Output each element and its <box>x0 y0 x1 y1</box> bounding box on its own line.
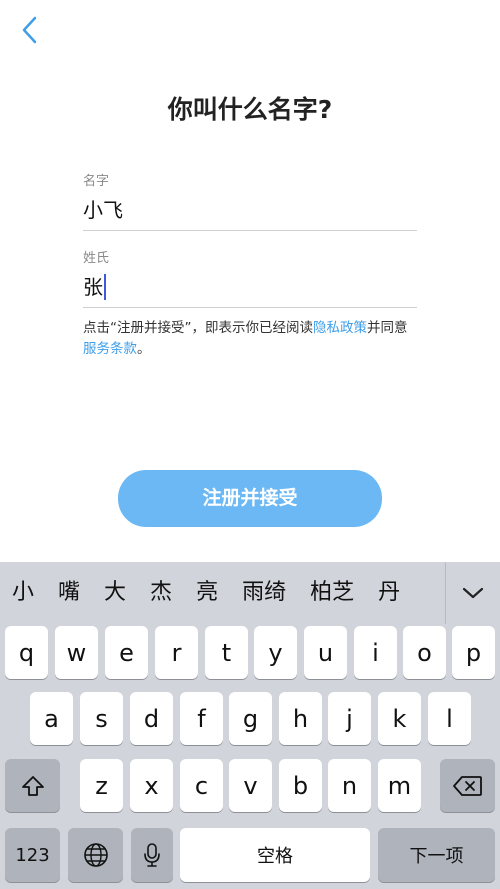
first-name-label: 名字 <box>83 174 110 189</box>
key-x[interactable]: x <box>130 759 173 812</box>
register-accept-button[interactable]: 注册并接受 <box>118 470 382 527</box>
backspace-key[interactable] <box>440 759 495 812</box>
key-w[interactable]: w <box>55 626 98 679</box>
key-k[interactable]: k <box>378 692 421 745</box>
keyboard: 小 嘴 大 杰 亮 雨绮 柏芝 丹 q w e r t y u i o p a … <box>0 562 500 889</box>
key-v[interactable]: v <box>229 759 272 812</box>
last-name-underline <box>83 307 417 308</box>
first-name-value: 小飞 <box>83 198 123 222</box>
candidate-word[interactable]: 杰 <box>138 562 184 624</box>
text-cursor <box>104 274 106 300</box>
candidate-word[interactable]: 小 <box>0 562 46 624</box>
shift-arrow-icon <box>21 775 44 796</box>
candidate-word[interactable]: 雨绮 <box>230 562 298 624</box>
terms-of-service-link[interactable]: 服务条款 <box>83 341 137 357</box>
terms-text: 点击“注册并接受”，即表示你已经阅读隐私政策并同意服务条款。 <box>83 318 417 360</box>
backspace-icon <box>452 775 482 796</box>
globe-icon <box>83 843 108 867</box>
last-name-field[interactable]: 姓氏 张 <box>83 247 417 308</box>
expand-candidates-button[interactable] <box>445 562 500 624</box>
chevron-left-icon <box>22 16 37 44</box>
key-u[interactable]: u <box>304 626 347 679</box>
candidate-word[interactable]: 柏芝 <box>298 562 366 624</box>
last-name-value: 张 <box>83 275 103 299</box>
key-m[interactable]: m <box>378 759 421 812</box>
candidate-word[interactable]: 丹 <box>366 562 412 624</box>
key-d[interactable]: d <box>130 692 173 745</box>
first-name-underline <box>83 230 417 231</box>
candidate-word[interactable]: 大 <box>92 562 138 624</box>
terms-prefix: 点击“注册并接受”，即表示你已经阅读 <box>83 320 313 336</box>
terms-middle: 并同意 <box>367 320 408 336</box>
chevron-down-icon <box>462 587 484 599</box>
last-name-input[interactable]: 张 <box>83 271 417 303</box>
key-j[interactable]: j <box>328 692 371 745</box>
page-title: 你叫什么名字? <box>167 95 333 124</box>
key-n[interactable]: n <box>328 759 371 812</box>
shift-key[interactable] <box>5 759 60 812</box>
space-key[interactable]: 空格 <box>180 828 370 882</box>
key-h[interactable]: h <box>279 692 322 745</box>
key-y[interactable]: y <box>254 626 297 679</box>
key-f[interactable]: f <box>180 692 223 745</box>
microphone-key[interactable] <box>131 828 173 882</box>
key-a[interactable]: a <box>30 692 73 745</box>
numbers-key[interactable]: 123 <box>5 828 60 882</box>
first-name-input[interactable]: 小飞 <box>83 194 417 226</box>
key-r[interactable]: r <box>155 626 198 679</box>
back-button[interactable] <box>14 14 44 46</box>
globe-key[interactable] <box>68 828 123 882</box>
key-i[interactable]: i <box>354 626 397 679</box>
privacy-policy-link[interactable]: 隐私政策 <box>313 320 367 336</box>
key-c[interactable]: c <box>180 759 223 812</box>
key-e[interactable]: e <box>105 626 148 679</box>
last-name-label: 姓氏 <box>83 251 110 266</box>
key-z[interactable]: z <box>80 759 123 812</box>
candidate-word[interactable]: 嘴 <box>46 562 92 624</box>
key-o[interactable]: o <box>403 626 446 679</box>
key-q[interactable]: q <box>5 626 48 679</box>
key-l[interactable]: l <box>428 692 471 745</box>
candidate-bar: 小 嘴 大 杰 亮 雨绮 柏芝 丹 <box>0 562 500 624</box>
microphone-icon <box>144 843 160 867</box>
terms-suffix: 。 <box>137 341 151 357</box>
key-p[interactable]: p <box>452 626 495 679</box>
key-b[interactable]: b <box>279 759 322 812</box>
key-s[interactable]: s <box>80 692 123 745</box>
candidate-word[interactable]: 亮 <box>184 562 230 624</box>
first-name-field[interactable]: 名字 小飞 <box>83 170 417 231</box>
key-g[interactable]: g <box>229 692 272 745</box>
next-field-key[interactable]: 下一项 <box>378 828 495 882</box>
key-t[interactable]: t <box>205 626 248 679</box>
